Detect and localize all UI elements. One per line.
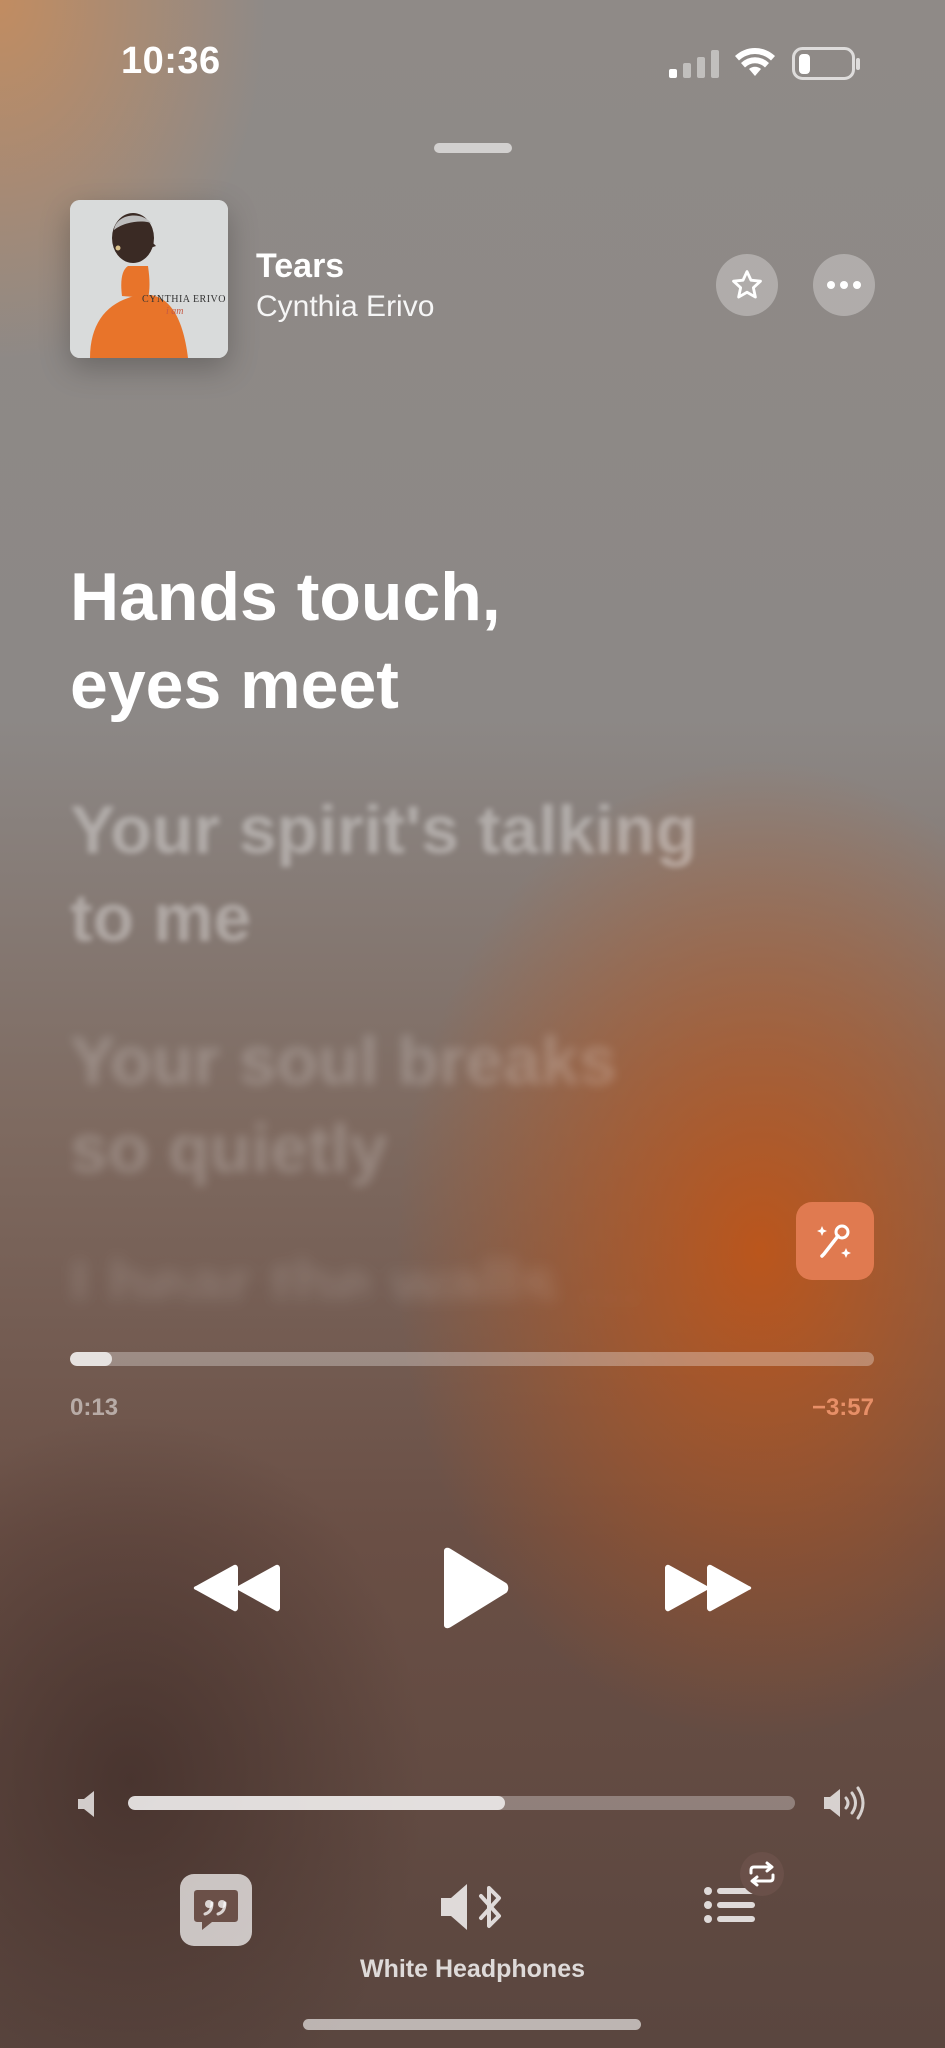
- status-time: 10:36: [121, 40, 221, 82]
- wifi-icon: [735, 48, 775, 76]
- rewind-icon: [193, 1564, 280, 1612]
- play-icon: [444, 1547, 509, 1629]
- volume-high-icon: [824, 1786, 865, 1820]
- repeat-icon: [749, 1861, 775, 1887]
- ellipsis-icon: [827, 281, 861, 289]
- volume-slider[interactable]: [128, 1796, 795, 1810]
- output-device-label: White Headphones: [359, 1955, 585, 1983]
- home-indicator[interactable]: [303, 2019, 641, 2030]
- more-button[interactable]: [813, 254, 875, 316]
- speaker-bluetooth-icon: [441, 1884, 501, 1930]
- artwork-album-text: i am: [166, 306, 184, 317]
- star-icon: [732, 270, 762, 299]
- cellular-signal-icon: [669, 50, 719, 78]
- lyrics-button[interactable]: [180, 1874, 252, 1946]
- lyric-line-later[interactable]: I hear the walls …: [70, 1240, 890, 1300]
- microphone-sparkle-icon: [817, 1224, 851, 1258]
- play-button[interactable]: [430, 1543, 516, 1633]
- song-title[interactable]: Tears: [256, 247, 344, 286]
- elapsed-time: 0:13: [70, 1394, 119, 1421]
- previous-track-button[interactable]: [186, 1553, 286, 1623]
- album-artwork[interactable]: CYNTHIA ERIVO i am: [70, 200, 228, 358]
- repeat-badge[interactable]: [740, 1852, 784, 1896]
- playback-progress-fill: [70, 1352, 112, 1366]
- sing-button[interactable]: [796, 1202, 874, 1280]
- battery-icon: [792, 47, 860, 80]
- lyric-line-current[interactable]: Hands touch, eyes meet: [70, 553, 890, 729]
- lyric-line-next[interactable]: Your spirit's talking to me: [70, 786, 890, 962]
- favorite-button[interactable]: [716, 254, 778, 316]
- output-device-button[interactable]: [436, 1876, 508, 1938]
- sheet-grabber[interactable]: [434, 143, 512, 153]
- volume-level-fill: [128, 1796, 505, 1810]
- fast-forward-icon: [665, 1564, 752, 1612]
- lyric-line-upcoming[interactable]: Your soul breaks so quietly: [70, 1017, 890, 1193]
- next-track-button[interactable]: [659, 1553, 759, 1623]
- remaining-time: −3:57: [811, 1394, 874, 1421]
- artwork-artist-text: CYNTHIA ERIVO: [142, 294, 226, 305]
- volume-low-icon: [78, 1791, 94, 1817]
- lyrics-quote-icon: [194, 1890, 238, 1930]
- song-artist[interactable]: Cynthia Erivo: [256, 290, 434, 324]
- playback-scrubber[interactable]: [70, 1352, 874, 1366]
